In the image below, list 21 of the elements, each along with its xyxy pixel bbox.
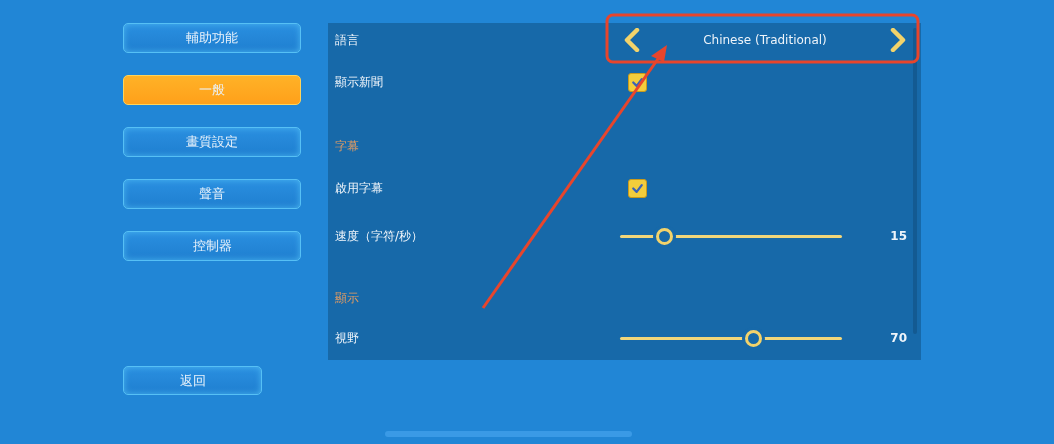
menu-button[interactable]: 控制器 <box>123 231 301 261</box>
slider-value: 15 <box>890 229 907 243</box>
language-value: Chinese (Traditional) <box>703 33 827 47</box>
menu-button[interactable]: 輔助功能 <box>123 23 301 53</box>
slider-thumb[interactable] <box>656 227 674 245</box>
setting-label: 語言 <box>335 31 360 49</box>
left-chevron-icon[interactable] <box>624 28 640 52</box>
menu-button[interactable]: 聲音 <box>123 179 301 209</box>
menu-button[interactable]: 一般 <box>123 75 301 105</box>
slider-thumb[interactable] <box>745 329 763 347</box>
right-chevron-icon[interactable] <box>890 28 906 52</box>
back-button[interactable]: 返回 <box>123 366 262 395</box>
section-header: 顯示 <box>335 290 359 307</box>
setting-label: 顯示新聞 <box>335 73 384 91</box>
setting-label: 啟用字幕 <box>335 179 384 197</box>
setting-label: 視野 <box>335 329 360 347</box>
slider-value: 70 <box>890 331 907 345</box>
checkbox[interactable] <box>628 178 647 198</box>
section-header: 字幕 <box>335 138 359 155</box>
menu-button[interactable]: 畫質設定 <box>123 127 301 157</box>
setting-label: 速度（字符/秒） <box>335 227 425 245</box>
